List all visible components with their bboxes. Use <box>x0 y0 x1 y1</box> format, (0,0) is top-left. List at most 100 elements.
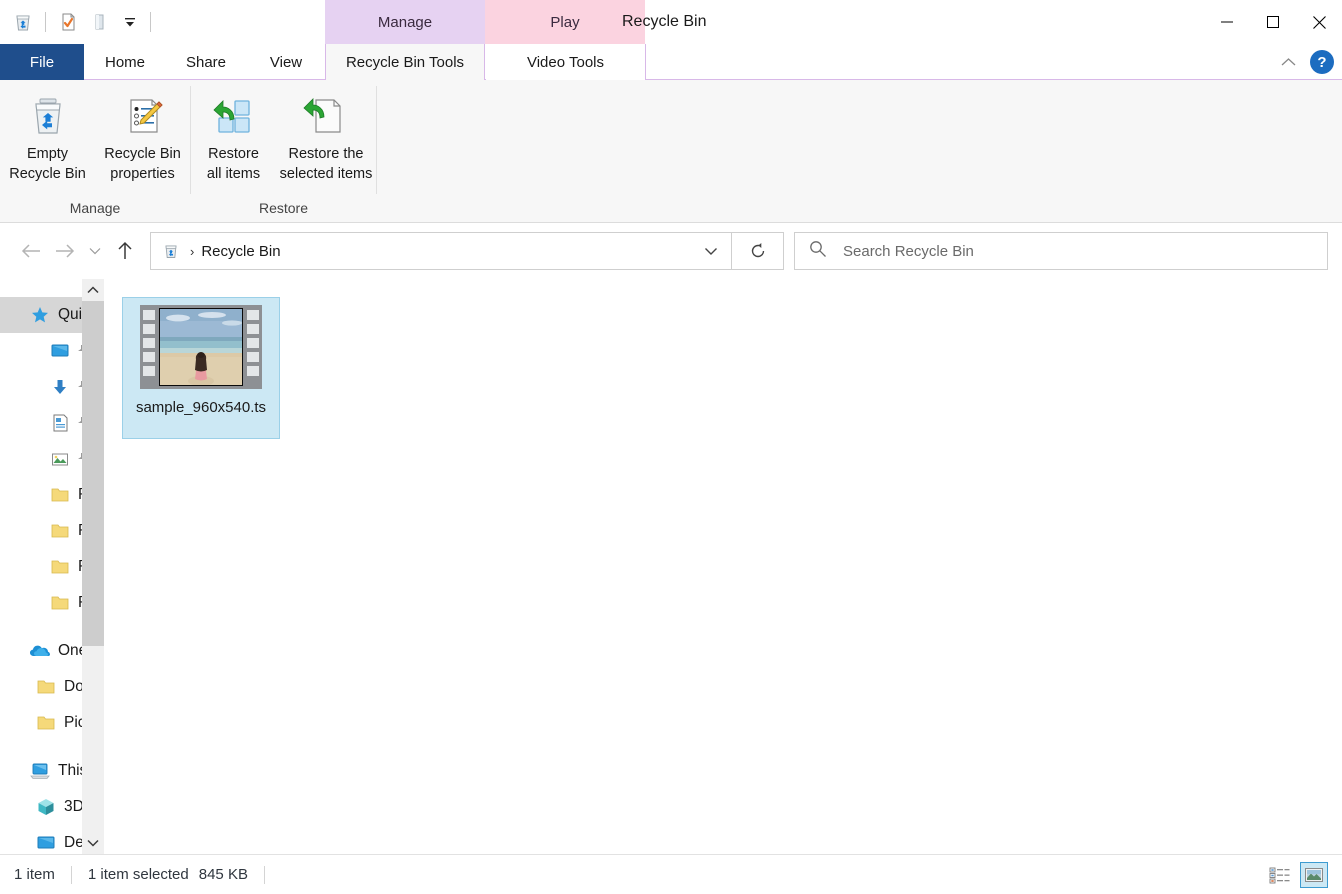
ribbon-group-manage: Empty Recycle Bin Recycle Bin properties… <box>0 80 190 223</box>
breadcrumb-separator: › <box>190 243 195 259</box>
folder-icon <box>48 483 72 507</box>
explorer-body: Quick access Desktop <box>0 279 1342 854</box>
file-list-view[interactable]: sample_960x540.ts <box>104 279 1342 854</box>
ribbon-group-restore: Restore all items Restore the selected i… <box>191 80 376 223</box>
ribbon-panel: Empty Recycle Bin Recycle Bin properties… <box>0 80 1342 223</box>
scrollbar-thumb[interactable] <box>82 301 104 646</box>
navigation-pane: Quick access Desktop <box>0 279 104 854</box>
tab-home-label: Home <box>104 53 145 71</box>
search-icon <box>809 240 827 263</box>
contextual-tab-manage[interactable]: Manage <box>325 0 485 44</box>
ribbon-group-restore-label: Restore <box>258 200 309 216</box>
tab-video-tools[interactable]: Video Tools <box>486 44 646 80</box>
quick-access-star-icon <box>28 303 52 327</box>
ribbon-group-manage-label: Manage <box>69 200 121 216</box>
recycle-bin-icon <box>25 92 71 140</box>
contextual-tab-play[interactable]: Play <box>485 0 645 44</box>
details-view-button[interactable] <box>1266 862 1294 888</box>
recycle-bin-icon[interactable] <box>8 7 38 37</box>
folder-icon <box>34 675 58 699</box>
qat-divider-2 <box>150 12 151 32</box>
tab-share[interactable]: Share <box>166 44 246 80</box>
empty-recycle-bin-button[interactable]: Empty Recycle Bin <box>0 92 95 184</box>
folder-icon <box>48 591 72 615</box>
recycle-bin-icon <box>161 241 181 261</box>
list-item-label: sample_960x540.ts <box>135 399 267 416</box>
refresh-button[interactable] <box>732 232 784 270</box>
documents-icon <box>48 411 72 435</box>
restore-selected-items-button[interactable]: Restore the selected items <box>276 92 376 184</box>
tab-file-label: File <box>29 53 55 71</box>
empty-recycle-bin-line1: Empty <box>26 146 69 162</box>
scroll-down-button[interactable] <box>82 832 104 854</box>
tab-view-label: View <box>269 53 303 71</box>
window-controls <box>1204 0 1342 44</box>
properties-icon[interactable] <box>53 7 83 37</box>
back-button[interactable] <box>14 234 48 268</box>
chevron-down-icon[interactable] <box>697 233 725 269</box>
address-field[interactable]: › Recycle Bin <box>150 232 732 270</box>
maximize-button[interactable] <box>1250 0 1296 44</box>
recycle-bin-properties-line2: properties <box>110 166 175 182</box>
tab-view[interactable]: View <box>246 44 326 80</box>
recent-locations-button[interactable] <box>82 234 108 268</box>
ribbon-right-controls: ? <box>1274 44 1334 80</box>
tab-recycle-bin-tools-label: Recycle Bin Tools <box>345 53 465 71</box>
minimize-button[interactable] <box>1204 0 1250 44</box>
video-filmstrip-icon <box>140 305 262 389</box>
status-divider-2 <box>263 865 265 884</box>
scroll-up-button[interactable] <box>82 279 104 301</box>
selection-label: 1 item selected <box>87 866 189 883</box>
qat-divider-1 <box>45 12 46 32</box>
restore-all-icon <box>211 92 257 140</box>
tab-recycle-bin-tools[interactable]: Recycle Bin Tools <box>325 44 485 80</box>
downloads-icon <box>48 375 72 399</box>
recycle-bin-properties-line1: Recycle Bin <box>104 146 181 162</box>
view-mode-buttons <box>1266 861 1328 888</box>
list-item[interactable]: sample_960x540.ts <box>122 297 280 439</box>
ribbon-tab-bar: File Home Share View Recycle Bin Tools V… <box>0 44 1342 80</box>
help-icon[interactable]: ? <box>1310 50 1334 74</box>
qat-dropdown-icon[interactable] <box>117 7 143 37</box>
3d-objects-icon <box>34 795 58 819</box>
tab-share-label: Share <box>185 53 227 71</box>
navigation-scrollbar[interactable] <box>82 279 104 854</box>
restore-selected-items-line2: selected items <box>279 166 373 182</box>
contextual-tab-manage-label: Manage <box>377 13 433 31</box>
folder-icon <box>48 555 72 579</box>
this-pc-icon <box>28 759 52 783</box>
desktop-icon <box>48 339 72 363</box>
scrollbar-track[interactable] <box>82 301 104 832</box>
close-button[interactable] <box>1296 0 1342 44</box>
properties-edit-icon <box>120 92 166 140</box>
restore-all-items-button[interactable]: Restore all items <box>191 92 276 184</box>
title-bar: Manage Play Recycle Bin <box>0 0 1342 44</box>
large-icons-view-button[interactable] <box>1300 861 1328 888</box>
help-label: ? <box>1317 53 1327 71</box>
status-divider-1 <box>70 865 72 884</box>
new-folder-icon[interactable] <box>85 7 115 37</box>
folder-icon <box>34 711 58 735</box>
restore-all-items-line1: Restore <box>208 146 259 162</box>
chevron-up-icon[interactable] <box>1274 48 1302 76</box>
search-input[interactable]: Search Recycle Bin <box>794 232 1328 270</box>
pictures-icon <box>48 447 72 471</box>
folder-icon <box>48 519 72 543</box>
search-placeholder: Search Recycle Bin <box>843 242 974 260</box>
breadcrumb-text: Recycle Bin <box>201 242 281 260</box>
forward-button[interactable] <box>48 234 82 268</box>
tab-file[interactable]: File <box>0 44 84 80</box>
contextual-tab-headers: Manage Play <box>325 0 645 44</box>
contextual-tab-play-label: Play <box>550 13 580 31</box>
item-count-label: 1 item <box>14 866 55 883</box>
tab-home[interactable]: Home <box>84 44 166 80</box>
address-bar: › Recycle Bin Search Recycle Bin <box>0 223 1342 279</box>
ribbon-group-divider-2 <box>376 86 377 194</box>
up-button[interactable] <box>108 234 142 268</box>
tab-video-tools-label: Video Tools <box>526 53 604 71</box>
window-title: Recycle Bin <box>622 13 707 30</box>
selection-size-label: 845 KB <box>198 866 248 883</box>
status-bar: 1 item 1 item selected 845 KB <box>0 854 1342 894</box>
onedrive-icon <box>28 639 52 663</box>
recycle-bin-properties-button[interactable]: Recycle Bin properties <box>95 92 190 184</box>
